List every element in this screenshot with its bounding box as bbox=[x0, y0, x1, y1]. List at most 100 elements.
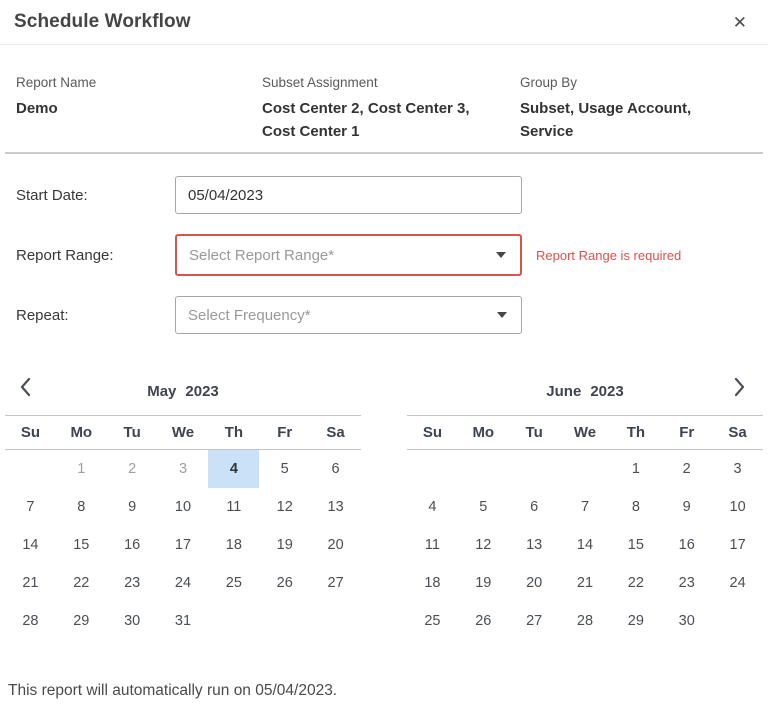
day-cell[interactable]: 6 bbox=[310, 450, 361, 488]
day-cell[interactable]: 14 bbox=[560, 526, 611, 564]
day-cell[interactable]: 9 bbox=[661, 488, 712, 526]
day-cell[interactable]: 14 bbox=[5, 526, 56, 564]
summary-group-by: Group By Subset, Usage Account, Service bbox=[520, 75, 758, 143]
day-cell[interactable]: 6 bbox=[509, 488, 560, 526]
day-cell-empty bbox=[259, 602, 310, 640]
day-cell[interactable]: 23 bbox=[107, 564, 158, 602]
day-cell[interactable]: 18 bbox=[208, 526, 259, 564]
day-cell[interactable]: 12 bbox=[458, 526, 509, 564]
day-cell[interactable]: 30 bbox=[661, 602, 712, 640]
subset-assignment-label: Subset Assignment bbox=[262, 75, 502, 90]
calendar-may: May 2023 SuMoTuWeThFrSa 1234567891011121… bbox=[5, 368, 361, 640]
day-cell[interactable]: 5 bbox=[458, 488, 509, 526]
day-cell[interactable]: 10 bbox=[712, 488, 763, 526]
day-grid: 1234567891011121314151617181920212223242… bbox=[407, 450, 763, 640]
day-cell[interactable]: 29 bbox=[56, 602, 107, 640]
day-cell[interactable]: 1 bbox=[610, 450, 661, 488]
weekday-label: Sa bbox=[310, 424, 361, 441]
day-cell-empty bbox=[5, 450, 56, 488]
day-cell[interactable]: 30 bbox=[107, 602, 158, 640]
repeat-select[interactable]: Select Frequency* bbox=[175, 296, 522, 334]
weekday-label: Th bbox=[208, 424, 259, 441]
day-cell[interactable]: 29 bbox=[610, 602, 661, 640]
summary-report-name: Report Name Demo bbox=[16, 75, 262, 143]
day-cell[interactable]: 1 bbox=[56, 450, 107, 488]
report-name-label: Report Name bbox=[16, 75, 244, 90]
day-cell[interactable]: 15 bbox=[610, 526, 661, 564]
day-cell[interactable]: 18 bbox=[407, 564, 458, 602]
report-range-placeholder: Select Report Range* bbox=[189, 247, 334, 264]
previous-month-icon[interactable] bbox=[14, 374, 38, 400]
day-cell[interactable]: 13 bbox=[509, 526, 560, 564]
day-cell[interactable]: 8 bbox=[610, 488, 661, 526]
report-name-value: Demo bbox=[16, 97, 244, 120]
weekday-row: SuMoTuWeThFrSa bbox=[5, 416, 361, 449]
calendar-month-name: May bbox=[147, 383, 176, 400]
dialog-title: Schedule Workflow bbox=[14, 11, 191, 33]
weekday-row: SuMoTuWeThFrSa bbox=[407, 416, 763, 449]
day-cell[interactable]: 19 bbox=[458, 564, 509, 602]
day-cell[interactable]: 8 bbox=[56, 488, 107, 526]
weekday-label: Fr bbox=[259, 424, 310, 441]
day-cell[interactable]: 20 bbox=[509, 564, 560, 602]
auto-run-note: This report will automatically run on 05… bbox=[8, 682, 768, 700]
day-cell[interactable]: 2 bbox=[107, 450, 158, 488]
close-icon[interactable]: ✕ bbox=[727, 10, 753, 35]
day-cell[interactable]: 4 bbox=[208, 450, 259, 488]
schedule-workflow-dialog: Schedule Workflow ✕ Report Name Demo Sub… bbox=[0, 0, 768, 700]
day-cell[interactable]: 12 bbox=[259, 488, 310, 526]
calendar-year: 2023 bbox=[590, 383, 623, 400]
calendar-june-header: June 2023 bbox=[407, 368, 763, 415]
repeat-row: Repeat: Select Frequency* bbox=[16, 296, 768, 334]
day-cell[interactable]: 9 bbox=[107, 488, 158, 526]
weekday-label: Sa bbox=[712, 424, 763, 441]
day-grid: 1234567891011121314151617181920212223242… bbox=[5, 450, 361, 640]
day-cell[interactable]: 25 bbox=[208, 564, 259, 602]
day-cell[interactable]: 17 bbox=[712, 526, 763, 564]
day-cell[interactable]: 22 bbox=[610, 564, 661, 602]
day-cell[interactable]: 11 bbox=[407, 526, 458, 564]
day-cell[interactable]: 31 bbox=[158, 602, 209, 640]
day-cell[interactable]: 22 bbox=[56, 564, 107, 602]
day-cell[interactable]: 21 bbox=[560, 564, 611, 602]
day-cell[interactable]: 28 bbox=[5, 602, 56, 640]
day-cell[interactable]: 16 bbox=[107, 526, 158, 564]
day-cell[interactable]: 19 bbox=[259, 526, 310, 564]
day-cell[interactable]: 26 bbox=[458, 602, 509, 640]
day-cell[interactable]: 26 bbox=[259, 564, 310, 602]
next-month-icon[interactable] bbox=[727, 374, 751, 400]
day-cell[interactable]: 5 bbox=[259, 450, 310, 488]
day-cell[interactable]: 2 bbox=[661, 450, 712, 488]
day-cell[interactable]: 7 bbox=[5, 488, 56, 526]
day-cell[interactable]: 24 bbox=[712, 564, 763, 602]
day-cell[interactable]: 21 bbox=[5, 564, 56, 602]
day-cell[interactable]: 15 bbox=[56, 526, 107, 564]
chevron-down-icon bbox=[496, 252, 506, 258]
report-range-row: Report Range: Select Report Range* Repor… bbox=[16, 234, 768, 276]
day-cell[interactable]: 4 bbox=[407, 488, 458, 526]
day-cell[interactable]: 20 bbox=[310, 526, 361, 564]
day-cell[interactable]: 10 bbox=[158, 488, 209, 526]
day-cell[interactable]: 27 bbox=[509, 602, 560, 640]
day-cell[interactable]: 13 bbox=[310, 488, 361, 526]
day-cell[interactable]: 24 bbox=[158, 564, 209, 602]
day-cell[interactable]: 3 bbox=[158, 450, 209, 488]
workflow-summary: Report Name Demo Subset Assignment Cost … bbox=[0, 45, 768, 143]
day-cell[interactable]: 23 bbox=[661, 564, 712, 602]
day-cell[interactable]: 7 bbox=[560, 488, 611, 526]
group-by-value: Subset, Usage Account, Service bbox=[520, 97, 740, 143]
calendar-year: 2023 bbox=[185, 383, 218, 400]
day-cell[interactable]: 17 bbox=[158, 526, 209, 564]
weekday-label: Su bbox=[5, 424, 56, 441]
day-cell[interactable]: 16 bbox=[661, 526, 712, 564]
report-range-select[interactable]: Select Report Range* bbox=[175, 234, 522, 276]
day-cell[interactable]: 11 bbox=[208, 488, 259, 526]
start-date-input[interactable] bbox=[175, 176, 522, 214]
day-cell[interactable]: 28 bbox=[560, 602, 611, 640]
day-cell[interactable]: 3 bbox=[712, 450, 763, 488]
group-by-label: Group By bbox=[520, 75, 740, 90]
day-cell-empty bbox=[407, 450, 458, 488]
day-cell[interactable]: 27 bbox=[310, 564, 361, 602]
day-cell[interactable]: 25 bbox=[407, 602, 458, 640]
date-range-calendars: May 2023 SuMoTuWeThFrSa 1234567891011121… bbox=[0, 368, 768, 640]
